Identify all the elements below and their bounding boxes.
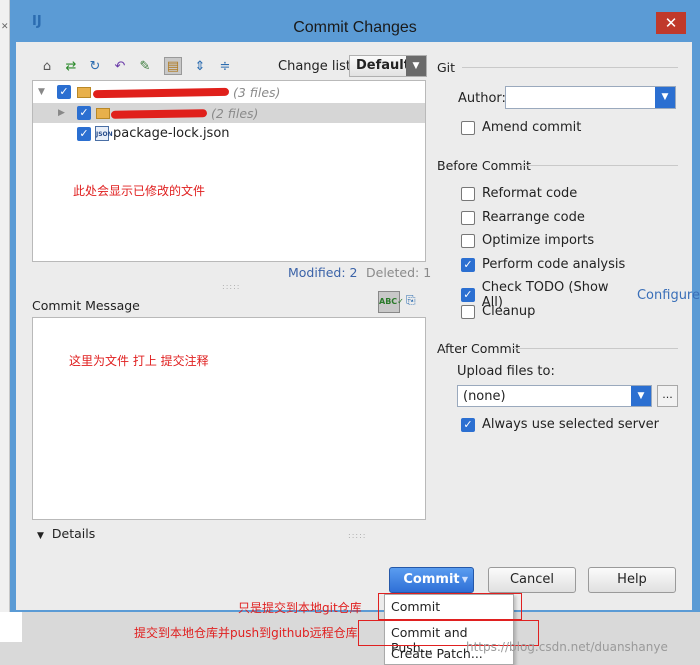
splitter-grip[interactable]: ::::: (222, 282, 240, 291)
redaction-mark (92, 87, 230, 99)
divider (520, 165, 678, 166)
highlight-box-commit (378, 593, 522, 620)
dialog-title: Commit Changes (293, 19, 417, 36)
amend-commit-label: Amend commit (482, 120, 582, 135)
git-group-title: Git (437, 60, 456, 75)
tree-row[interactable]: ▼ ✓ (3 files) (33, 82, 425, 102)
splitter-grip[interactable]: ::::: (348, 531, 366, 540)
details-label: Details (51, 526, 96, 541)
folder-icon (96, 108, 110, 119)
spellcheck-icon[interactable]: ABC✓ (378, 291, 404, 313)
move-to-changelist-icon[interactable]: ⇄ (62, 57, 80, 75)
tree-row-count: (3 files) (233, 85, 281, 100)
tree-checkbox[interactable]: ✓ (57, 85, 71, 99)
history-icon[interactable]: ⎘ (406, 293, 422, 309)
redaction-mark (110, 109, 208, 119)
checkbox-checked-icon: ✓ (461, 417, 475, 432)
commit-message-input[interactable]: 这里为文件 打上 提交注释 (32, 317, 426, 520)
tree-row[interactable]: ✓ JSON package-lock.json (33, 124, 425, 144)
help-button[interactable]: Help (588, 567, 676, 593)
vcs-branch-icon[interactable]: ⌂ (38, 57, 56, 75)
checkbox-checked-icon: ✓ (461, 288, 475, 302)
chevron-down-icon: ▼ (406, 56, 426, 76)
editor-bottom-patch (0, 612, 22, 642)
expand-all-icon[interactable]: ⇕ (191, 57, 209, 75)
perform-code-analysis-checkbox[interactable]: ✓ Perform code analysis (461, 257, 625, 272)
editor-tab-close-icon[interactable]: ✕ (0, 22, 10, 36)
checkbox-unchecked-icon (461, 210, 475, 225)
collapse-all-icon[interactable]: ≑ (216, 57, 234, 75)
option-label: Reformat code (482, 186, 578, 201)
option-label: Cleanup (482, 304, 536, 319)
json-file-icon: JSON (95, 126, 113, 141)
commit-message-label: Commit Message (32, 298, 140, 313)
always-use-server-label: Always use selected server (482, 417, 660, 432)
tree-file-name: package-lock.json (113, 126, 230, 141)
modified-count: Modified: 2 (288, 265, 358, 280)
option-label: Perform code analysis (482, 257, 626, 272)
tree-row[interactable]: ▶ ✓ (2 files) (33, 103, 425, 123)
checkbox-checked-icon: ✓ (461, 257, 475, 272)
annotation-commit-push: 提交到本地仓库并push到github远程仓库 (134, 626, 358, 640)
checkbox-unchecked-icon (461, 120, 475, 135)
changelist-value: Default (356, 58, 410, 73)
rearrange-code-checkbox[interactable]: Rearrange code (461, 210, 585, 225)
expand-arrow-icon[interactable]: ▶ (58, 108, 65, 118)
collapse-arrow-icon[interactable]: ▼ (38, 87, 45, 97)
close-button[interactable]: ✕ (656, 12, 686, 34)
upload-server-select[interactable]: (none) ▼ (457, 385, 652, 407)
upload-files-label: Upload files to: (457, 364, 555, 379)
deleted-count: Deleted: 1 (366, 265, 432, 280)
folder-icon (77, 87, 91, 98)
checkbox-unchecked-icon (461, 304, 475, 319)
editor-left-strip: ✕ (0, 0, 10, 665)
before-commit-title: Before Commit (437, 158, 531, 173)
always-use-server-checkbox[interactable]: ✓ Always use selected server (461, 417, 659, 432)
commit-button-label: Commit (403, 572, 460, 587)
checkbox-unchecked-icon (461, 186, 475, 201)
collapse-arrow-icon: ▼ (37, 531, 44, 541)
checkbox-unchecked-icon (461, 233, 475, 248)
annotation-commit-note: 这里为文件 打上 提交注释 (69, 354, 209, 368)
author-input[interactable]: ▼ (505, 86, 676, 109)
rollback-icon[interactable]: ↶ (111, 57, 129, 75)
reformat-code-checkbox[interactable]: Reformat code (461, 186, 577, 201)
refresh-icon[interactable]: ↻ (86, 57, 104, 75)
changelist-select[interactable]: Default ▼ (349, 55, 427, 77)
optimize-imports-checkbox[interactable]: Optimize imports (461, 233, 594, 248)
commit-button[interactable]: Commit ▼ (389, 567, 474, 593)
title-bar: IJ Commit Changes ✕ (10, 0, 700, 40)
tree-checkbox[interactable]: ✓ (77, 127, 91, 141)
after-commit-title: After Commit (437, 341, 521, 356)
details-toggle[interactable]: ▼ Details (37, 526, 95, 541)
upload-server-value: (none) (463, 389, 506, 404)
configure-link[interactable]: Configure (637, 288, 700, 303)
option-label: Rearrange code (482, 210, 585, 225)
tree-checkbox[interactable]: ✓ (77, 106, 91, 120)
chevron-down-icon[interactable]: ▼ (462, 568, 468, 592)
amend-commit-checkbox[interactable]: Amend commit (461, 120, 581, 135)
divider (462, 67, 678, 68)
changelist-label: Change list: (278, 59, 356, 74)
changes-tree[interactable]: ▼ ✓ (3 files) ▶ ✓ (2 files) ✓ JSON packa… (32, 80, 426, 262)
annotation-commit-only: 只是提交到本地git仓库 (238, 601, 362, 615)
option-label: Optimize imports (482, 233, 595, 248)
diff-icon[interactable]: ✎ (136, 57, 154, 75)
chevron-down-icon[interactable]: ▼ (631, 386, 651, 406)
watermark-text: https://blog.csdn.net/duanshanye (466, 640, 668, 654)
group-by-directory-icon[interactable]: ▤ (164, 57, 182, 75)
chevron-down-icon[interactable]: ▼ (655, 87, 675, 108)
tree-row-count: (2 files) (211, 106, 259, 121)
author-label: Author: (458, 91, 506, 106)
annotation-modified-files: 此处会显示已修改的文件 (73, 184, 206, 198)
browse-servers-button[interactable]: ... (657, 385, 678, 407)
divider (512, 348, 678, 349)
cancel-button[interactable]: Cancel (488, 567, 576, 593)
cleanup-checkbox[interactable]: Cleanup (461, 304, 535, 319)
